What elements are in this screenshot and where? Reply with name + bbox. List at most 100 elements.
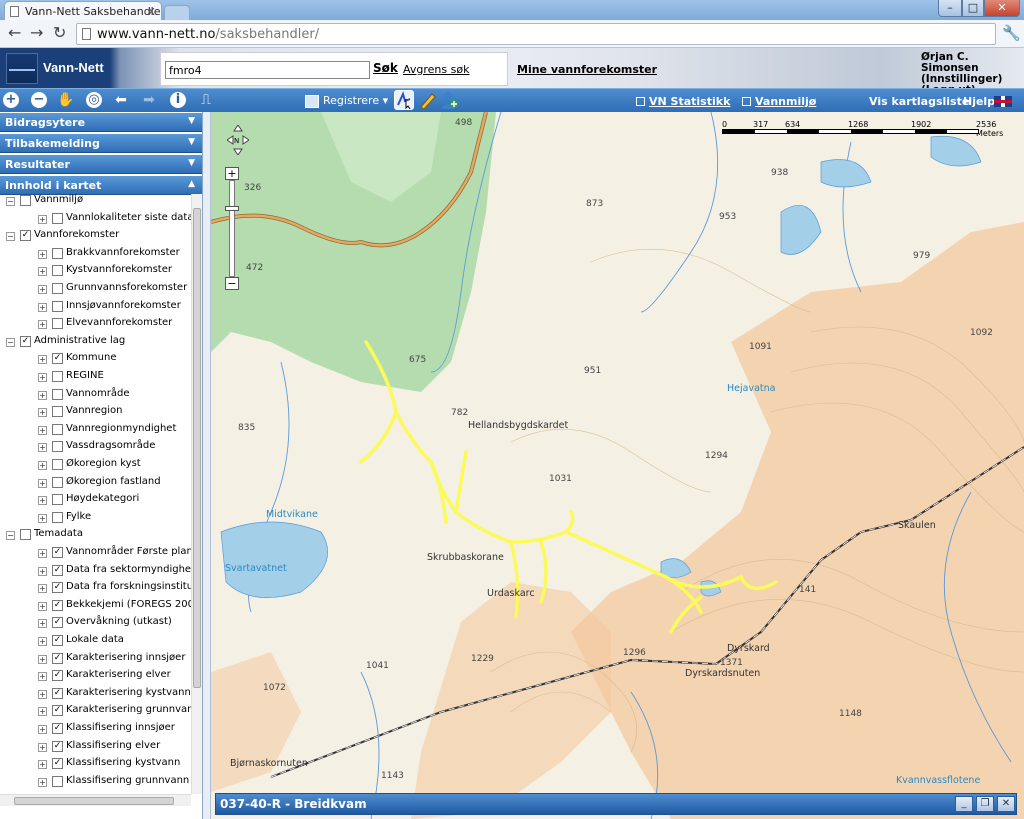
layer-tree-row[interactable]: + Kystvannforekomster bbox=[0, 264, 191, 281]
expand-icon[interactable]: + bbox=[38, 302, 47, 312]
layer-tree-row[interactable]: + Vannområde bbox=[0, 388, 191, 405]
layer-checkbox[interactable] bbox=[52, 406, 63, 418]
layer-tree-row[interactable]: − ✓ Administrative lag bbox=[0, 335, 191, 352]
layer-tree-row[interactable]: + Økoregion kyst bbox=[0, 458, 191, 475]
add-person-button[interactable] bbox=[439, 90, 459, 110]
info-window-titlebar[interactable]: 037-40-R - Breidkvam _ ❐ ✕ bbox=[215, 793, 1017, 815]
layer-checkbox[interactable] bbox=[52, 775, 63, 787]
layer-tree-row[interactable]: + Vannlokaliteter siste data bbox=[0, 212, 191, 229]
expand-icon[interactable]: + bbox=[38, 496, 47, 506]
layer-tree-row[interactable]: + Klassifisering grunnvann bbox=[0, 775, 191, 792]
expand-icon[interactable]: + bbox=[38, 601, 47, 611]
layer-checkbox[interactable]: ✓ bbox=[52, 599, 63, 611]
layer-checkbox[interactable]: ✓ bbox=[52, 758, 63, 770]
expand-icon[interactable]: + bbox=[38, 267, 47, 277]
expand-icon[interactable]: + bbox=[38, 390, 47, 400]
layer-checkbox[interactable] bbox=[52, 265, 63, 277]
layer-checkbox[interactable]: ✓ bbox=[52, 353, 63, 365]
expand-icon[interactable]: + bbox=[38, 725, 47, 734]
layer-checkbox[interactable]: ✓ bbox=[52, 723, 63, 734]
layer-checkbox[interactable] bbox=[52, 511, 63, 523]
layer-checkbox[interactable] bbox=[52, 459, 63, 470]
zoom-out-button[interactable]: − bbox=[225, 277, 239, 290]
minimize-icon[interactable]: _ bbox=[955, 796, 973, 812]
window-close-button[interactable]: ✕ bbox=[984, 0, 1020, 17]
refine-search-link[interactable]: Avgrens søk bbox=[403, 63, 469, 76]
layer-tree-row[interactable]: + ✓ Klassifisering elver bbox=[0, 740, 191, 757]
layer-tree-row[interactable]: + ✓ Klassifisering kystvann bbox=[0, 757, 191, 774]
layer-checkbox[interactable]: ✓ bbox=[52, 564, 63, 576]
map-view[interactable]: 498 326 472 873 938 953 979 675 951 782 … bbox=[211, 112, 1024, 819]
zoom-knob[interactable] bbox=[225, 206, 239, 211]
section-innhold-i-kartet[interactable]: Innhold i kartet ▲ bbox=[0, 176, 202, 195]
tab-close-icon[interactable]: x bbox=[148, 4, 155, 18]
layer-checkbox[interactable]: ✓ bbox=[52, 687, 63, 699]
panel-splitter[interactable] bbox=[203, 112, 211, 819]
layer-checkbox[interactable] bbox=[52, 247, 63, 259]
scrollbar-thumb[interactable] bbox=[14, 797, 174, 805]
layer-tree-row[interactable]: + Høydekategori bbox=[0, 493, 191, 510]
layer-checkbox[interactable]: ✓ bbox=[52, 705, 63, 717]
expand-icon[interactable]: + bbox=[38, 654, 47, 664]
expand-icon[interactable]: + bbox=[38, 619, 47, 629]
scrollbar-thumb[interactable] bbox=[193, 208, 201, 688]
section-tilbakemelding[interactable]: Tilbakemelding ▼ bbox=[0, 134, 202, 153]
draw-tool-button[interactable] bbox=[417, 90, 437, 110]
help-link[interactable]: Hjelp bbox=[963, 95, 995, 108]
layer-tree-row[interactable]: + Vassdragsområde bbox=[0, 440, 191, 457]
layer-tree-row[interactable]: + Fylke bbox=[0, 511, 191, 528]
layer-tree-row[interactable]: + ✓ Data fra forskningsinstitusj bbox=[0, 581, 191, 598]
layer-checkbox[interactable] bbox=[52, 423, 63, 435]
layer-tree-row[interactable]: + REGINE bbox=[0, 370, 191, 387]
layer-checkbox[interactable]: ✓ bbox=[52, 635, 63, 646]
expand-icon[interactable]: + bbox=[38, 425, 47, 435]
expand-icon[interactable]: + bbox=[38, 566, 47, 576]
layer-tree-row[interactable]: + ✓ Data fra sektormyndighete bbox=[0, 564, 191, 581]
vis-kartlagsliste-link[interactable]: Vis kartlagsliste bbox=[869, 95, 969, 108]
layer-checkbox[interactable]: ✓ bbox=[52, 547, 63, 558]
layer-checkbox[interactable] bbox=[52, 212, 63, 224]
layer-tree-row[interactable]: + ✓ Karakterisering elver bbox=[0, 669, 191, 686]
layer-tree-row[interactable]: + ✓ Vannområder Første planfa bbox=[0, 546, 191, 563]
layer-checkbox[interactable] bbox=[20, 195, 31, 206]
layer-tree-row[interactable]: + ✓ Bekkekjemi (FOREGS 2008 bbox=[0, 599, 191, 616]
expand-icon[interactable]: + bbox=[38, 777, 47, 787]
layer-tree-row[interactable]: + Grunnvannsforekomster bbox=[0, 282, 191, 299]
layer-tree-row[interactable]: − ✓ Vannforekomster bbox=[0, 229, 191, 246]
english-flag-icon[interactable] bbox=[994, 96, 1012, 107]
layer-tree-row[interactable]: + Brakkvannforekomster bbox=[0, 247, 191, 264]
layer-tree-row[interactable]: − Vannmiljø bbox=[0, 194, 191, 211]
expand-icon[interactable]: + bbox=[38, 408, 47, 418]
wrench-icon[interactable]: 🔧 bbox=[1002, 24, 1021, 42]
window-minimize-button[interactable]: – bbox=[938, 0, 962, 17]
expand-icon[interactable]: + bbox=[38, 373, 47, 382]
layer-tree-row[interactable]: + Elvevannforekomster bbox=[0, 317, 191, 334]
section-bidragsytere[interactable]: Bidragsytere ▼ bbox=[0, 113, 202, 132]
new-tab-button[interactable] bbox=[164, 5, 190, 20]
pan-control[interactable]: N bbox=[227, 125, 249, 155]
collapse-icon[interactable]: − bbox=[6, 232, 15, 242]
zoom-in-icon[interactable]: + bbox=[3, 92, 19, 108]
layer-checkbox[interactable]: ✓ bbox=[20, 335, 31, 347]
search-input[interactable] bbox=[165, 61, 370, 79]
window-maximize-button[interactable]: □ bbox=[962, 0, 984, 17]
search-button[interactable]: Søk bbox=[373, 61, 398, 75]
zoom-in-button[interactable]: + bbox=[225, 167, 239, 180]
layer-tree-row[interactable]: + Vannregionmyndighet bbox=[0, 423, 191, 440]
forward-icon[interactable]: → bbox=[30, 24, 43, 42]
vannmiljo-link[interactable]: Vannmiljø bbox=[742, 95, 816, 108]
registrere-menu[interactable]: Registrere ▾ bbox=[305, 94, 388, 108]
expand-icon[interactable]: + bbox=[38, 285, 47, 294]
collapse-icon[interactable]: − bbox=[6, 531, 15, 541]
layer-tree-row[interactable]: + ✓ Karakterisering grunnvann bbox=[0, 704, 191, 721]
expand-icon[interactable]: + bbox=[38, 443, 47, 453]
layer-checkbox[interactable]: ✓ bbox=[52, 652, 63, 664]
layer-tree-row[interactable]: + ✓ Karakterisering kystvann bbox=[0, 687, 191, 704]
expand-icon[interactable]: + bbox=[38, 742, 47, 752]
layer-checkbox[interactable] bbox=[52, 494, 63, 506]
zoom-out-icon[interactable]: − bbox=[31, 92, 47, 108]
layer-checkbox[interactable] bbox=[52, 476, 63, 488]
layer-tree-row[interactable]: + ✓ Overvåkning (utkast) bbox=[0, 616, 191, 633]
layer-tree-row[interactable]: − Temadata bbox=[0, 528, 191, 545]
restore-icon[interactable]: ❐ bbox=[976, 796, 994, 812]
